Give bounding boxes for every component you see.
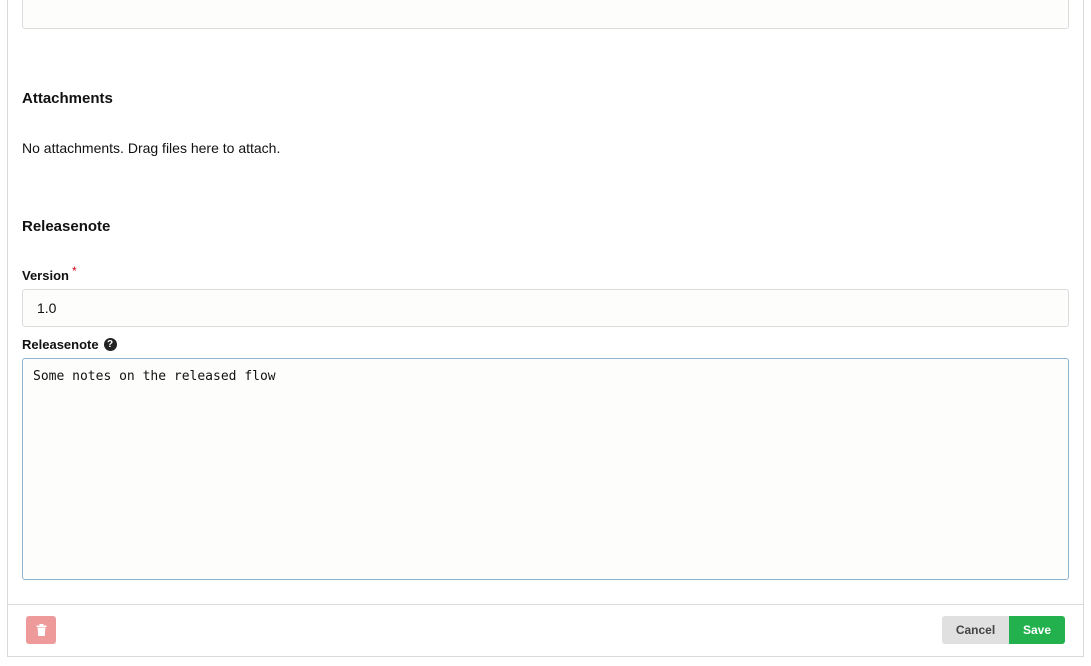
releasenote-label-text: Releasenote [22, 337, 99, 352]
version-label-text: Version [22, 268, 69, 283]
releasenote-section-title: Releasenote [22, 218, 111, 235]
footer-divider [8, 604, 1083, 605]
releasenote-textarea[interactable]: Some notes on the released flow [22, 358, 1069, 580]
version-label: Version * [22, 264, 77, 284]
previous-field-input[interactable] [22, 0, 1069, 29]
save-button[interactable]: Save [1009, 616, 1065, 644]
required-marker: * [71, 263, 77, 278]
attachments-title: Attachments [22, 90, 113, 107]
question-circle-icon[interactable]: ? [103, 338, 117, 351]
version-input[interactable] [22, 289, 1069, 327]
cancel-button[interactable]: Cancel [942, 616, 1009, 644]
attachments-dropzone-text[interactable]: No attachments. Drag files here to attac… [22, 140, 280, 156]
trash-icon [36, 624, 46, 636]
releasenote-label: Releasenote ? [22, 337, 117, 352]
delete-button[interactable] [26, 616, 56, 644]
